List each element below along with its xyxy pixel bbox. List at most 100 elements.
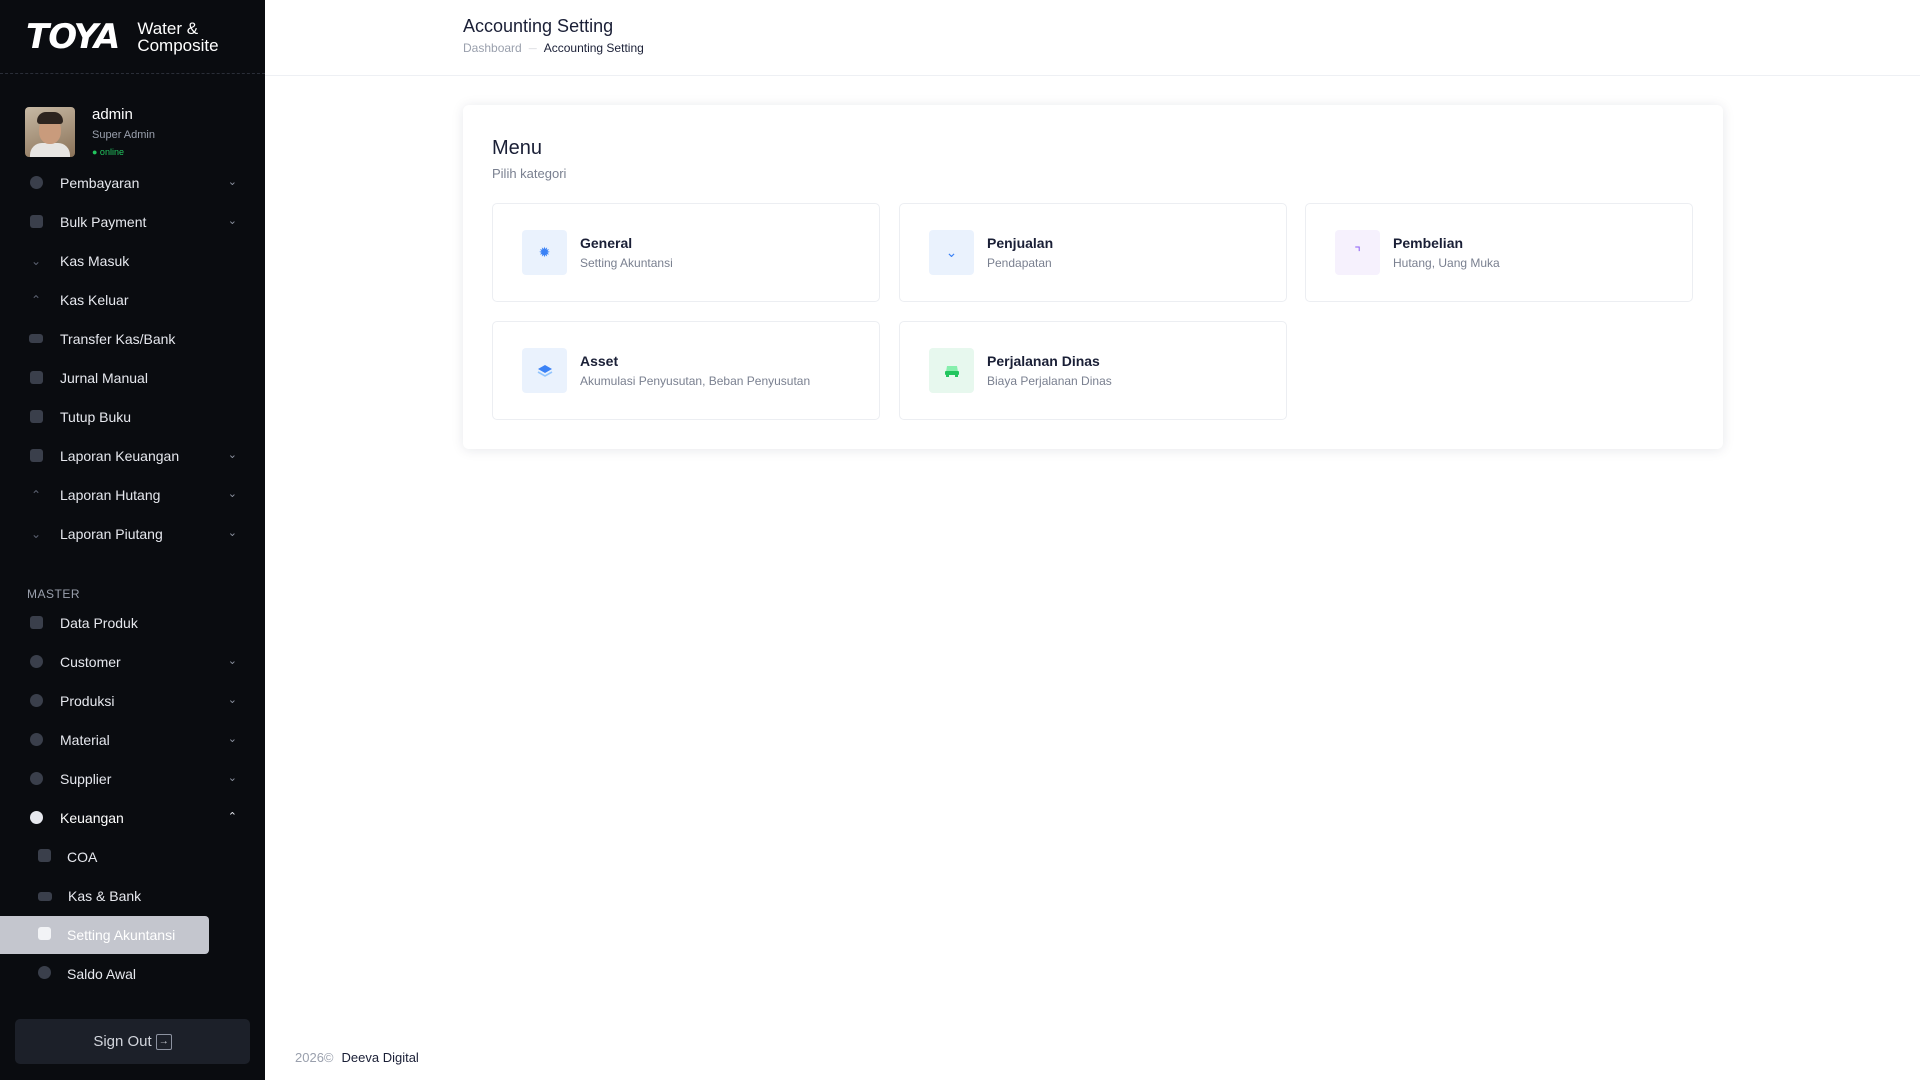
sign-out-button[interactable]: Sign Out → [15,1019,250,1064]
arrow-down-icon: ⌄ [929,230,974,275]
chevron-down-icon: ⌄ [227,215,237,227]
sidebar-subitem-kas-bank[interactable]: Kas & Bank [0,876,265,915]
sidebar-item-jurnal-manual[interactable]: Jurnal Manual [0,358,265,397]
sidebar-menu: Pembayaran ⌄ Bulk Payment ⌄ ⌄ Kas Masuk … [0,163,265,993]
user-status: ● online [92,147,124,157]
tile-title: Asset [580,353,619,369]
card-title: Menu [492,137,543,159]
car-icon [929,348,974,393]
chevron-down-icon: ⌄ [227,772,237,784]
layers-icon [522,348,567,393]
sidebar-item-label: COA [67,848,98,865]
sidebar-item-label: Keuangan [60,809,124,826]
book-icon [38,848,51,865]
sidebar-subitem-setting-akuntansi[interactable]: Setting Akuntansi [0,915,265,954]
sidebar-item-label: Laporan Hutang [60,486,161,503]
wallet-icon [28,214,44,230]
sidebar-item-label: Tutup Buku [60,408,132,425]
box-icon [28,732,44,748]
wallet-icon [38,888,52,904]
box-icon [28,693,44,709]
sidebar-item-transfer[interactable]: Transfer Kas/Bank [0,319,265,358]
sidebar-item-keuangan[interactable]: Keuangan ⌃ [0,798,265,837]
user-name: admin [92,106,133,123]
toggle-icon [28,331,44,347]
breadcrumb-current: Accounting Setting [543,41,644,55]
chart-icon [28,448,44,464]
sidebar-item-kas-masuk[interactable]: ⌄ Kas Masuk [0,241,265,280]
sidebar-item-produksi[interactable]: Produksi ⌄ [0,681,265,720]
sidebar-item-laporan-hutang[interactable]: ⌃ Laporan Hutang ⌄ [0,475,265,514]
book-icon [38,926,51,943]
sidebar-subitem-coa[interactable]: COA [0,837,265,876]
dollar-icon [28,175,44,191]
footer: 2026© Deeva Digital [295,1050,419,1065]
user-role: Super Admin [92,129,155,141]
sidebar-item-label: Kas Keluar [60,291,129,308]
page-title: Accounting Setting [463,16,614,36]
logo-text: Water & Composite [137,20,218,54]
logo-line2: Composite [137,35,219,55]
box-icon [28,654,44,670]
logout-icon: → [155,1033,172,1050]
sidebar-item-label: Laporan Keuangan [60,447,180,464]
sidebar-item-supplier[interactable]: Supplier ⌄ [0,759,265,798]
sidebar-item-label: Jurnal Manual [60,369,148,386]
sidebar-item-data-produk[interactable]: Data Produk [0,603,265,642]
user-card: admin Super Admin ● online [0,74,265,170]
page-header: Accounting Setting Dashboard — Accountin… [265,0,1920,76]
sidebar-item-label: Transfer Kas/Bank [60,330,176,347]
gear-icon: ✹ [522,230,567,275]
sidebar-item-label: Kas Masuk [60,252,130,269]
chevron-down-icon: ⌄ [227,527,237,539]
sidebar-item-material[interactable]: Material ⌄ [0,720,265,759]
tile-desc: Setting Akuntansi [580,256,673,270]
chevron-up-icon: ⌃ [227,811,237,823]
logo-mark: TOYA [26,16,120,57]
logo[interactable]: TOYA Water & Composite [0,0,265,74]
tile-title: General [580,235,633,251]
chevron-down-icon: ⌄ [227,694,237,706]
sidebar-item-label: Customer [60,653,121,670]
sidebar-subitem-saldo-awal[interactable]: Saldo Awal [0,954,265,993]
tile-title: Penjualan [987,235,1054,251]
document-icon [28,370,44,386]
sidebar-item-label: Supplier [60,770,112,787]
sidebar-item-label: Setting Akuntansi [67,926,176,943]
sidebar-item-label: Laporan Piutang [60,525,163,542]
calendar-icon [28,409,44,425]
tile-perjalanan-dinas[interactable]: Perjalanan Dinas Biaya Perjalanan Dinas [899,321,1287,420]
sidebar-item-customer[interactable]: Customer ⌄ [0,642,265,681]
sign-out-label: Sign Out [93,1033,152,1050]
box-icon [28,771,44,787]
sidebar-item-label: Material [60,731,110,748]
tile-desc: Biaya Perjalanan Dinas [987,374,1112,388]
sidebar-item-pembayaran[interactable]: Pembayaran ⌄ [0,163,265,202]
arrow-up-icon: ⌃ [30,292,42,307]
chevron-down-icon: ⌄ [227,449,237,461]
footer-brand-link[interactable]: Deeva Digital [342,1050,419,1065]
tile-general[interactable]: ✹ General Setting Akuntansi [492,203,880,302]
chevron-down-icon: ⌄ [227,733,237,745]
footer-year: 2026© [295,1050,334,1065]
sidebar-item-kas-keluar[interactable]: ⌃ Kas Keluar [0,280,265,319]
sidebar-item-laporan-keuangan[interactable]: Laporan Keuangan ⌄ [0,436,265,475]
chevron-down-icon: ⌄ [227,655,237,667]
breadcrumb-separator: — [528,43,537,53]
sidebar-item-bulk-payment[interactable]: Bulk Payment ⌄ [0,202,265,241]
sidebar-item-label: Produksi [60,692,115,709]
avatar[interactable] [25,106,75,157]
tile-penjualan[interactable]: ⌄ Penjualan Pendapatan [899,203,1287,302]
arrow-up-icon: ⌝ [1335,230,1380,275]
tile-asset[interactable]: Asset Akumulasi Penyusutan, Beban Penyus… [492,321,880,420]
tile-title: Pembelian [1393,235,1464,251]
sidebar-item-tutup-buku[interactable]: Tutup Buku [0,397,265,436]
sidebar-item-laporan-piutang[interactable]: ⌄ Laporan Piutang ⌄ [0,514,265,553]
sidebar-item-label: Bulk Payment [60,213,147,230]
sidebar-item-label: Data Produk [60,614,138,631]
sidebar-item-label: Saldo Awal [67,965,137,982]
card-subtitle: Pilih kategori [492,166,567,181]
breadcrumb-home[interactable]: Dashboard [463,41,522,55]
tile-pembelian[interactable]: ⌝ Pembelian Hutang, Uang Muka [1305,203,1693,302]
arrow-up-icon: ⌃ [30,487,42,502]
